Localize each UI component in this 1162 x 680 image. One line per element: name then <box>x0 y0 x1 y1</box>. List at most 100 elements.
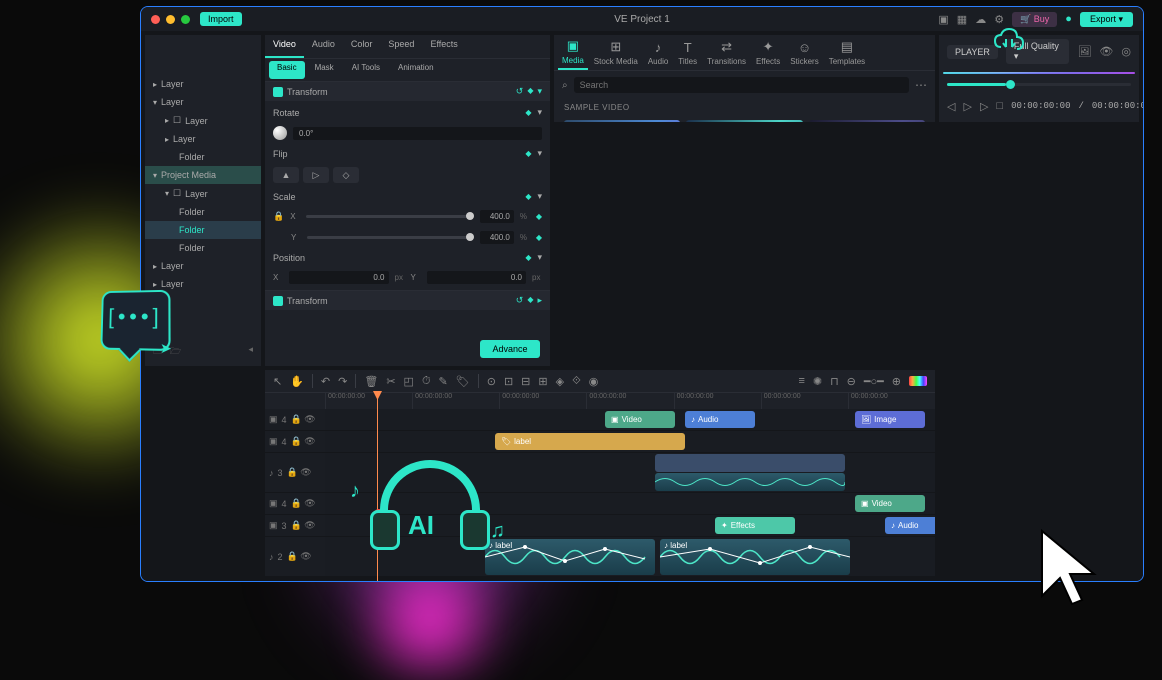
tool-icon[interactable]: ◈ <box>556 375 564 388</box>
inspector-tab-video[interactable]: Video <box>265 35 304 58</box>
tab-templates[interactable]: ▤Templates <box>825 36 869 69</box>
stop-icon[interactable]: □ <box>996 100 1003 113</box>
flip-h-button[interactable]: ▲ <box>273 167 299 183</box>
import-button[interactable]: Import <box>200 12 242 26</box>
image-icon[interactable]: 🖼 <box>1077 45 1091 58</box>
hand-tool-icon[interactable]: ✋ <box>290 375 304 388</box>
crop-tool-icon[interactable]: ◰ <box>404 375 414 388</box>
track-head[interactable]: ▣ 3 🔒 👁 <box>265 515 325 536</box>
sidebar-layer[interactable]: ▾Layer <box>145 93 261 111</box>
tab-transitions[interactable]: ⇄Transitions <box>703 36 750 69</box>
sidebar-folder[interactable]: Folder <box>145 203 261 221</box>
reset-icon[interactable]: ↺ <box>516 295 524 306</box>
sidebar-folder-active[interactable]: Folder <box>145 221 261 239</box>
keyframe-icon[interactable]: ◆ <box>525 192 531 201</box>
rotation-ball[interactable] <box>273 126 287 140</box>
tab-titles[interactable]: TTitles <box>674 37 701 69</box>
clip-thumbnails[interactable] <box>655 454 845 472</box>
sidebar-layer[interactable]: ▸Layer <box>145 257 261 275</box>
track-head[interactable]: ▣ 4 🔒 👁 <box>265 409 325 430</box>
advance-button[interactable]: Advance <box>480 340 540 358</box>
clip-audio-wave[interactable]: ♪ label <box>485 539 655 575</box>
redo-icon[interactable]: ↷ <box>338 375 347 388</box>
keyframe-icon[interactable]: ◆ <box>525 108 531 117</box>
speed-icon[interactable]: ⏱ <box>422 375 431 388</box>
subtab-basic[interactable]: Basic <box>269 61 305 79</box>
undo-icon[interactable]: ↶ <box>321 375 330 388</box>
media-thumb[interactable]: Name <box>564 120 680 122</box>
tab-stickers[interactable]: ☺Stickers <box>786 37 822 69</box>
flip-both-button[interactable]: ◇ <box>333 167 359 183</box>
zoom-in-icon[interactable]: ⊕ <box>892 375 901 388</box>
cloud-icon[interactable]: ☁ <box>975 13 986 26</box>
cloud-download-icon[interactable] <box>989 23 1029 63</box>
collapse-icon[interactable]: ◂ <box>248 344 253 360</box>
timeline-ruler[interactable]: 00:00:00:00 00:00:00:00 00:00:00:00 00:0… <box>265 393 935 409</box>
keyframe-icon[interactable]: ◆ <box>525 253 531 262</box>
track-head[interactable]: ▣ 4 🔒 👁 <box>265 493 325 514</box>
sidebar-folder[interactable]: Folder <box>145 148 261 166</box>
clip-effects[interactable]: ✦ Effects <box>715 517 795 534</box>
scale-x-value[interactable]: 400.0 <box>480 210 514 223</box>
sidebar-layer[interactable]: ▾☐ Layer <box>145 184 261 203</box>
clip-video[interactable]: ▣ Video <box>605 411 675 428</box>
marker-icon[interactable]: 🏷 <box>456 375 470 388</box>
zoom-out-icon[interactable]: ⊖ <box>847 375 856 388</box>
target-icon[interactable]: ◎ <box>1121 45 1131 58</box>
tab-effects[interactable]: ✦Effects <box>752 36 784 69</box>
user-icon[interactable]: ● <box>1065 13 1072 25</box>
clip-waveform[interactable] <box>655 473 845 491</box>
layout-icon[interactable]: ▣ <box>938 13 948 26</box>
search-input[interactable] <box>574 77 909 93</box>
keyframe-icon[interactable]: ◆ <box>527 86 533 97</box>
delete-icon[interactable]: 🗑 <box>364 375 378 388</box>
more-icon[interactable]: ⋯ <box>915 78 927 92</box>
clip-label[interactable]: 🏷 label <box>495 433 685 450</box>
clip-video[interactable]: ▣ Video <box>855 495 925 512</box>
rotation-input[interactable]: 0.0° <box>293 127 542 140</box>
preview-scrubber[interactable] <box>939 78 1139 90</box>
sidebar-folder[interactable]: Folder <box>145 239 261 257</box>
media-thumb[interactable]: Name <box>686 120 802 122</box>
keyframe-icon[interactable]: ◆ <box>525 149 531 158</box>
clip-audio[interactable]: ♪ Audio <box>885 517 935 534</box>
maximize-button[interactable] <box>181 15 190 24</box>
tool-icon[interactable]: ⟐ <box>572 375 581 388</box>
lock-icon[interactable]: 🔒 <box>273 211 284 222</box>
tool-icon[interactable]: ⊟ <box>521 375 530 388</box>
prev-frame-icon[interactable]: ◁ <box>947 100 955 113</box>
sidebar-layer[interactable]: ▸Layer <box>145 75 261 93</box>
snap-icon[interactable]: ⊓ <box>830 375 839 388</box>
sidebar-layer[interactable]: ▸Layer <box>145 130 261 148</box>
settings-icon[interactable]: ✺ <box>813 375 822 388</box>
transform-header[interactable]: Transform ↺◆▾ <box>265 82 550 101</box>
subtab-mask[interactable]: Mask <box>307 61 342 79</box>
track-head[interactable]: ▣ 4 🔒 👁 <box>265 431 325 452</box>
sidebar-layer[interactable]: ▸☐ Layer <box>145 111 261 130</box>
tool-icon[interactable]: ⊡ <box>504 375 513 388</box>
keyframe-icon[interactable]: ◆ <box>527 295 533 306</box>
transform-header-2[interactable]: Transform ↺◆▸ <box>265 291 550 310</box>
eye-icon[interactable]: 👁 <box>1099 45 1113 58</box>
tab-media[interactable]: ▣Media <box>558 35 588 70</box>
split-icon[interactable]: ✂ <box>386 375 395 388</box>
play-icon[interactable]: ▷ <box>963 100 971 113</box>
reset-icon[interactable]: ↺ <box>516 86 524 97</box>
grid-icon[interactable]: ▦ <box>957 13 967 26</box>
next-frame-icon[interactable]: ▷ <box>980 100 988 113</box>
pos-x-value[interactable]: 0.0 <box>289 271 389 284</box>
preview-viewport[interactable] <box>943 72 1135 74</box>
cursor-tool-icon[interactable]: ↖ <box>273 375 282 388</box>
tab-audio[interactable]: ♪Audio <box>644 37 672 69</box>
tab-stock-media[interactable]: ⊞Stock Media <box>590 36 642 69</box>
keyframe-icon[interactable]: ◆ <box>536 212 542 221</box>
pos-y-value[interactable]: 0.0 <box>427 271 527 284</box>
scale-y-value[interactable]: 400.0 <box>480 231 514 244</box>
inspector-tab-effects[interactable]: Effects <box>422 35 465 58</box>
edit-icon[interactable]: ✎ <box>439 375 448 388</box>
close-button[interactable] <box>151 15 160 24</box>
subtab-ai-tools[interactable]: AI Tools <box>344 61 388 79</box>
tool-icon[interactable]: ⊞ <box>538 375 547 388</box>
tool-icon[interactable]: ⊙ <box>487 375 496 388</box>
scale-x-slider[interactable] <box>306 215 474 218</box>
